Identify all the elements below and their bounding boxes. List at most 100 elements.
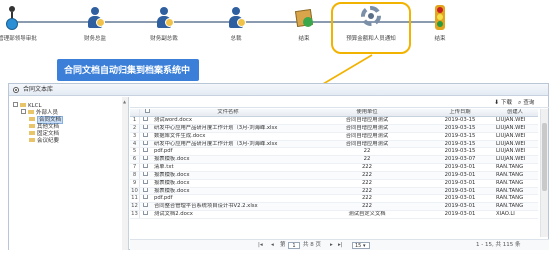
table-row[interactable]: 5 pdf.pdf 22 2019-03-15 LIUJAN.WEI (130, 148, 538, 157)
table-row[interactable]: 10 报表模板.docx 222 2019-03-01 RAN.TANG (130, 187, 538, 196)
table-row[interactable]: 4 研发中心应用产品研月度工作计划（3月-刘海峰.xlsx 合同自增应用测试 2019… (130, 140, 538, 149)
query-button[interactable]: ⌕ 查询 (516, 98, 536, 107)
workflow-step-5[interactable]: 结束 (274, 5, 334, 42)
workflow-step-label: 结束 (434, 36, 446, 42)
row-checkbox[interactable] (141, 124, 151, 132)
tree-node-minutes[interactable]: 会议纪要 (29, 137, 59, 145)
first-page-button[interactable]: |◂ (258, 240, 263, 251)
creator-cell: LIUJAN.WEI (496, 156, 526, 163)
table-row[interactable]: 1 测试word.docx 合同自增应用测试 2019-03-15 LIUJAN.WEI (130, 117, 538, 125)
creator-cell: LIUJAN.WEI (496, 124, 526, 131)
file-name-cell[interactable]: 研发中心应用产品研月度工作计划（3月-刘海峰.xlsx (152, 141, 304, 148)
table-row[interactable]: 2 研发中心应用产品研月度工作计划（3月-刘海峰.xlsx 合同自增应用测试 2019… (130, 124, 538, 133)
contract-library-panel: 合同文本库 KLCL 外部人员 合同文档 其他文档 固定文档 会议纪要 ▲ ⬇ 下… (8, 83, 549, 250)
row-checkbox[interactable] (141, 179, 151, 187)
col-header-creator[interactable]: 创建人 (492, 109, 538, 116)
file-name-cell[interactable]: 测试文档2.docx (152, 211, 304, 218)
folder-icon (28, 109, 34, 114)
row-checkbox[interactable] (141, 140, 151, 148)
folder-icon (29, 123, 35, 128)
last-page-button[interactable]: ▸| (338, 240, 343, 251)
collapse-icon[interactable] (13, 102, 18, 107)
scroll-up-icon[interactable]: ▲ (123, 99, 126, 104)
creator-cell: RAN.TANG (496, 179, 524, 186)
row-checkbox[interactable] (141, 187, 151, 195)
file-name-cell[interactable]: 研发中心应用产品研月度工作计划（3月-刘海峰.xlsx (152, 125, 304, 132)
row-checkbox[interactable] (141, 148, 151, 155)
upload-date-cell: 2019-03-07 (444, 156, 476, 163)
workflow-strip: 财务管理部领导审批 财务总监 财务副总裁 总裁 结束 预算金额和人员通知 (0, 0, 556, 55)
row-checkbox[interactable] (141, 203, 151, 210)
file-name-cell[interactable]: 报表模板.docx (152, 156, 304, 163)
file-name-cell[interactable]: 数据库文件生成.docx (152, 133, 304, 140)
unit-cell: 222 (361, 187, 373, 194)
creator-cell: RAN.TANG (496, 203, 524, 210)
search-icon: ⌕ (518, 99, 522, 106)
upload-date-cell: 2019-03-01 (444, 195, 476, 202)
table-row[interactable]: 12 合同整合管理平台系统项目设计书V2.2.xlsx 222 2019-03-01 R… (130, 203, 538, 212)
workflow-step-4[interactable]: 总裁 (206, 5, 266, 42)
table-row[interactable]: 6 报表模板.docx 22 2019-03-07 LIUJAN.WEI (130, 156, 538, 165)
unit-cell: 222 (361, 203, 373, 210)
select-all-checkbox[interactable] (141, 109, 151, 116)
creator-cell: LIUJAN.WEI (496, 148, 526, 155)
creator-cell: RAN.TANG (496, 195, 524, 202)
row-checkbox[interactable] (141, 156, 151, 163)
row-checkbox[interactable] (141, 164, 151, 171)
page-size-select[interactable]: 15 ▾ (352, 242, 370, 249)
table-row[interactable]: 8 报表模板.docx 222 2019-03-01 RAN.TANG (130, 171, 538, 180)
file-name-cell[interactable]: 报表模板.docx (152, 172, 304, 179)
row-checkbox[interactable] (141, 132, 151, 140)
grid-scrollbar[interactable] (540, 109, 548, 237)
row-checkbox[interactable] (141, 195, 151, 202)
scroll-thumb[interactable] (542, 123, 547, 191)
table-row[interactable]: 3 数据库文件生成.docx 合同自增应用测试 2019-03-15 LIUJAN.WE… (130, 132, 538, 141)
unit-cell: 合同自增应用测试 (345, 140, 389, 147)
page-input[interactable]: 1 (288, 242, 300, 249)
table-row[interactable]: 9 报表模板.docx 222 2019-03-01 RAN.TANG (130, 179, 538, 188)
row-index: 5 (130, 148, 140, 156)
document-grid: 文件名称 使用单位 上传日期 创建人 1 测试word.docx 合同自增应用测试 2… (130, 109, 538, 219)
workflow-step-2[interactable]: 财务总监 (65, 5, 125, 42)
row-checkbox[interactable] (141, 171, 151, 179)
row-index: 8 (130, 171, 140, 179)
tree-scrollbar[interactable]: ▲ (122, 97, 128, 250)
table-row[interactable]: 7 清单.txt 222 2019-03-01 RAN.TANG (130, 164, 538, 172)
table-row[interactable]: 11 pdf.pdf 222 2019-03-01 RAN.TANG (130, 195, 538, 204)
unit-cell: 合同自增应用测试 (345, 132, 389, 139)
creator-cell: LIUJAN.WEI (496, 132, 526, 139)
creator-cell: RAN.TANG (496, 171, 524, 178)
workflow-step-label: 总裁 (230, 36, 242, 42)
workflow-step-1[interactable]: 财务管理部领导审批 (0, 5, 42, 42)
workflow-step-3[interactable]: 财务副总裁 (134, 5, 194, 42)
unit-cell: 22 (363, 156, 371, 163)
file-name-cell[interactable]: pdf.pdf (152, 195, 304, 202)
row-index: 6 (130, 156, 140, 164)
collapse-icon[interactable] (21, 109, 26, 114)
file-name-cell[interactable]: 合同整合管理平台系统项目设计书V2.2.xlsx (152, 203, 304, 210)
file-name-cell[interactable]: 清单.txt (152, 164, 304, 171)
creator-cell: LIUJAN.WEI (496, 117, 526, 123)
workflow-step-7[interactable]: 结束 (410, 5, 470, 42)
file-name-cell[interactable]: 报表模板.docx (152, 180, 304, 187)
workflow-step-label: 财务副总裁 (150, 36, 178, 42)
prev-page-button[interactable]: ◂ (271, 240, 274, 251)
file-name-cell[interactable]: 测试word.docx (152, 117, 304, 124)
upload-date-cell: 2019-03-01 (444, 179, 476, 186)
col-header-unit[interactable]: 使用单位 (305, 109, 429, 116)
file-name-cell[interactable]: 报表模板.docx (152, 188, 304, 195)
package-check-icon (293, 5, 315, 31)
next-page-button[interactable]: ▸ (330, 240, 333, 251)
row-checkbox[interactable] (141, 117, 151, 124)
table-row[interactable]: 13 测试文档2.docx 测试自定义文档 2019-03-01 XIAO.LI (130, 211, 538, 219)
file-name-cell[interactable]: pdf.pdf (152, 148, 304, 155)
row-index: 3 (130, 132, 140, 140)
col-header-name[interactable]: 文件名称 (152, 109, 304, 116)
row-checkbox[interactable] (141, 211, 151, 218)
folder-icon (20, 102, 26, 107)
start-node-icon (1, 5, 23, 31)
col-header-date[interactable]: 上传日期 (430, 109, 490, 116)
row-index: 9 (130, 179, 140, 187)
page-prefix: 第 (280, 242, 286, 248)
download-button[interactable]: ⬇ 下载 (492, 98, 514, 107)
